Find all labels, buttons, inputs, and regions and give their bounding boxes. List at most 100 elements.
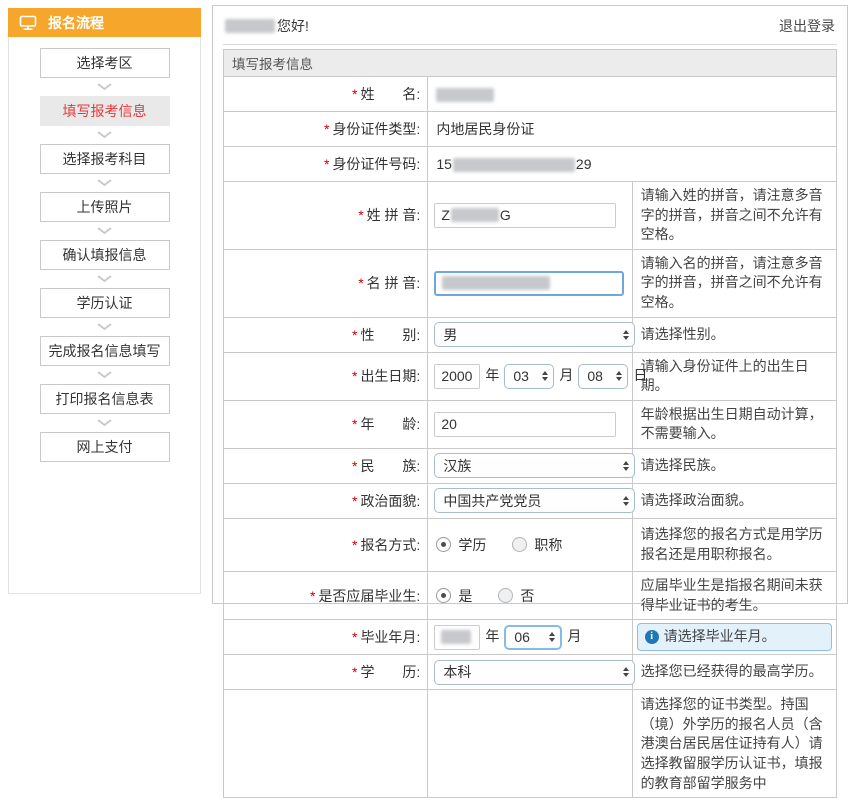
chevron-down-icon <box>97 78 112 96</box>
table-row: *性 别: 男 请选择性别。 <box>224 317 837 352</box>
step-list: 选择考区 填写报考信息 选择报考科目 上传照片 确认填报信息 学历认证 完成报名… <box>9 37 200 462</box>
birthdate-hint: 请输入身份证件上的出生日期。 <box>632 352 836 400</box>
registration-form-table: 填写报考信息 *姓 名: *身份证件类型: 内地居民身份证 *身份证件号码: 1… <box>223 49 837 798</box>
step-confirm-info[interactable]: 确认填报信息 <box>40 240 170 270</box>
age-hint: 年龄根据出生日期自动计算，不需要输入。 <box>632 400 836 448</box>
required-marker: * <box>352 368 357 384</box>
radio-option-no[interactable]: 否 <box>498 586 534 606</box>
registration-method-radio-group: 学历 职称 <box>434 535 625 555</box>
radio-option-education[interactable]: 学历 <box>436 535 486 555</box>
step-upload-photo[interactable]: 上传照片 <box>40 192 170 222</box>
political-status-select[interactable]: 中国共产党党员 <box>434 488 635 513</box>
ethnicity-label: 民 族: <box>360 458 420 474</box>
ethnicity-select[interactable]: 汉族 <box>434 453 635 478</box>
required-marker: * <box>352 327 357 343</box>
fresh-graduate-hint: 应届毕业生是指报名期间未获得毕业证书的考生。 <box>632 571 836 619</box>
table-row: *政治面貌: 中国共产党党员 请选择政治面貌。 <box>224 483 837 518</box>
radio-selected-icon[interactable] <box>436 588 451 603</box>
table-row: *学 历: 本科 选择您已经获得的最高学历。 <box>224 655 837 690</box>
gender-hint: 请选择性别。 <box>632 317 836 352</box>
name-label: 姓 名: <box>360 86 420 102</box>
id-type-value: 内地居民身份证 <box>428 112 837 147</box>
required-marker: * <box>352 458 357 474</box>
table-row: *出生日期: 2000年03月08日 请输入身份证件上的出生日期。 <box>224 352 837 400</box>
gender-select[interactable]: 男 <box>434 322 635 347</box>
radio-option-yes[interactable]: 是 <box>436 586 472 606</box>
id-number-value: 1529 <box>428 147 837 182</box>
required-marker: * <box>310 588 315 604</box>
surname-pinyin-hint: 请输入姓的拼音，请注意多音字的拼音，拼音之间不允许有空格。 <box>632 182 836 250</box>
required-marker: * <box>352 629 357 645</box>
fresh-graduate-radio-group: 是 否 <box>434 586 625 606</box>
step-print-form[interactable]: 打印报名信息表 <box>40 384 170 414</box>
required-marker: * <box>324 121 329 137</box>
age-label: 年 龄: <box>360 416 420 432</box>
chevron-down-icon <box>97 318 112 336</box>
required-marker: * <box>352 493 357 509</box>
education-level-select[interactable]: 本科 <box>434 660 635 685</box>
gender-label: 性 别: <box>360 327 420 343</box>
chevron-down-icon <box>97 174 112 192</box>
step-select-exam-area[interactable]: 选择考区 <box>40 48 170 78</box>
radio-option-title[interactable]: 职称 <box>512 535 562 555</box>
education-level-label: 学 历: <box>360 664 420 680</box>
registration-method-label: 报名方式: <box>360 537 420 553</box>
required-marker: * <box>352 664 357 680</box>
required-marker: * <box>352 416 357 432</box>
ethnicity-hint: 请选择民族。 <box>632 448 836 483</box>
registration-steps-sidebar: 报名流程 选择考区 填写报考信息 选择报考科目 上传照片 确认填报信息 学历认证… <box>8 8 201 594</box>
step-select-subjects[interactable]: 选择报考科目 <box>40 144 170 174</box>
table-row: *姓 拼 音: ZG 请输入姓的拼音，请注意多音字的拼音，拼音之间不允许有空格。 <box>224 182 837 250</box>
radio-selected-icon[interactable] <box>436 537 451 552</box>
graduation-date-hint: 请选择毕业年月。 <box>664 627 776 647</box>
step-complete-info[interactable]: 完成报名信息填写 <box>40 336 170 366</box>
id-type-label: 身份证件类型: <box>332 121 420 137</box>
select-stepper-icon <box>623 461 629 471</box>
info-icon: i <box>645 630 659 644</box>
required-marker: * <box>352 86 357 102</box>
radio-unselected-icon[interactable] <box>498 588 513 603</box>
birth-month-select[interactable]: 03 <box>504 364 554 389</box>
radio-unselected-icon[interactable] <box>512 537 527 552</box>
redacted-name-value <box>436 88 494 102</box>
graduation-date-info-box: i 请选择毕业年月。 <box>637 623 832 651</box>
givenname-pinyin-hint: 请输入名的拼音，请注意多音字的拼音，拼音之间不允许有空格。 <box>632 249 836 317</box>
step-online-payment[interactable]: 网上支付 <box>40 432 170 462</box>
table-row: *毕业年月: 年06月 i 请选择毕业年月。 <box>224 620 837 655</box>
table-row: *民 族: 汉族 请选择民族。 <box>224 448 837 483</box>
birth-day-select[interactable]: 08 <box>578 364 628 389</box>
political-status-hint: 请选择政治面貌。 <box>632 483 836 518</box>
age-input[interactable]: 20 <box>434 412 616 437</box>
main-panel: 您好! 退出登录 填写报考信息 *姓 名: *身份证件类型: 内地居民身份证 *… <box>212 5 848 604</box>
month-unit: 月 <box>559 367 573 383</box>
required-marker: * <box>358 207 363 223</box>
select-stepper-icon <box>623 496 629 506</box>
registration-method-hint: 请选择您的报名方式是用学历报名还是用职称报名。 <box>632 518 836 571</box>
step-education-verify[interactable]: 学历认证 <box>40 288 170 318</box>
select-stepper-icon <box>542 371 548 381</box>
logout-link[interactable]: 退出登录 <box>779 16 835 36</box>
form-section-title: 填写报考信息 <box>224 50 837 77</box>
fresh-graduate-label: 是否应届毕业生: <box>318 588 420 604</box>
table-row: *是否应届毕业生: 是 否 应届毕业生是指报名期间未获得毕业证书的考生。 <box>224 571 837 619</box>
chevron-down-icon <box>97 366 112 384</box>
name-value <box>428 77 837 112</box>
graduation-year-input[interactable] <box>434 625 480 650</box>
table-row: *年 龄: 20 年龄根据出生日期自动计算，不需要输入。 <box>224 400 837 448</box>
surname-pinyin-input[interactable]: ZG <box>434 203 616 228</box>
redacted-user-name <box>225 19 275 33</box>
step-fill-info[interactable]: 填写报考信息 <box>40 96 170 126</box>
political-status-label: 政治面貌: <box>360 493 420 509</box>
surname-pinyin-label: 姓 拼 音: <box>367 207 421 223</box>
birthdate-label: 出生日期: <box>360 368 420 384</box>
givenname-pinyin-input[interactable] <box>434 271 624 296</box>
chevron-down-icon <box>97 270 112 288</box>
monitor-icon <box>19 15 37 31</box>
sidebar-title: 报名流程 <box>48 13 104 33</box>
birth-year-input[interactable]: 2000 <box>434 364 480 389</box>
redacted-id-digits <box>453 158 575 172</box>
graduation-month-select[interactable]: 06 <box>504 625 562 650</box>
month-unit: 月 <box>567 628 581 644</box>
redacted-graduation-year <box>441 630 471 644</box>
table-row: *姓 名: <box>224 77 837 112</box>
